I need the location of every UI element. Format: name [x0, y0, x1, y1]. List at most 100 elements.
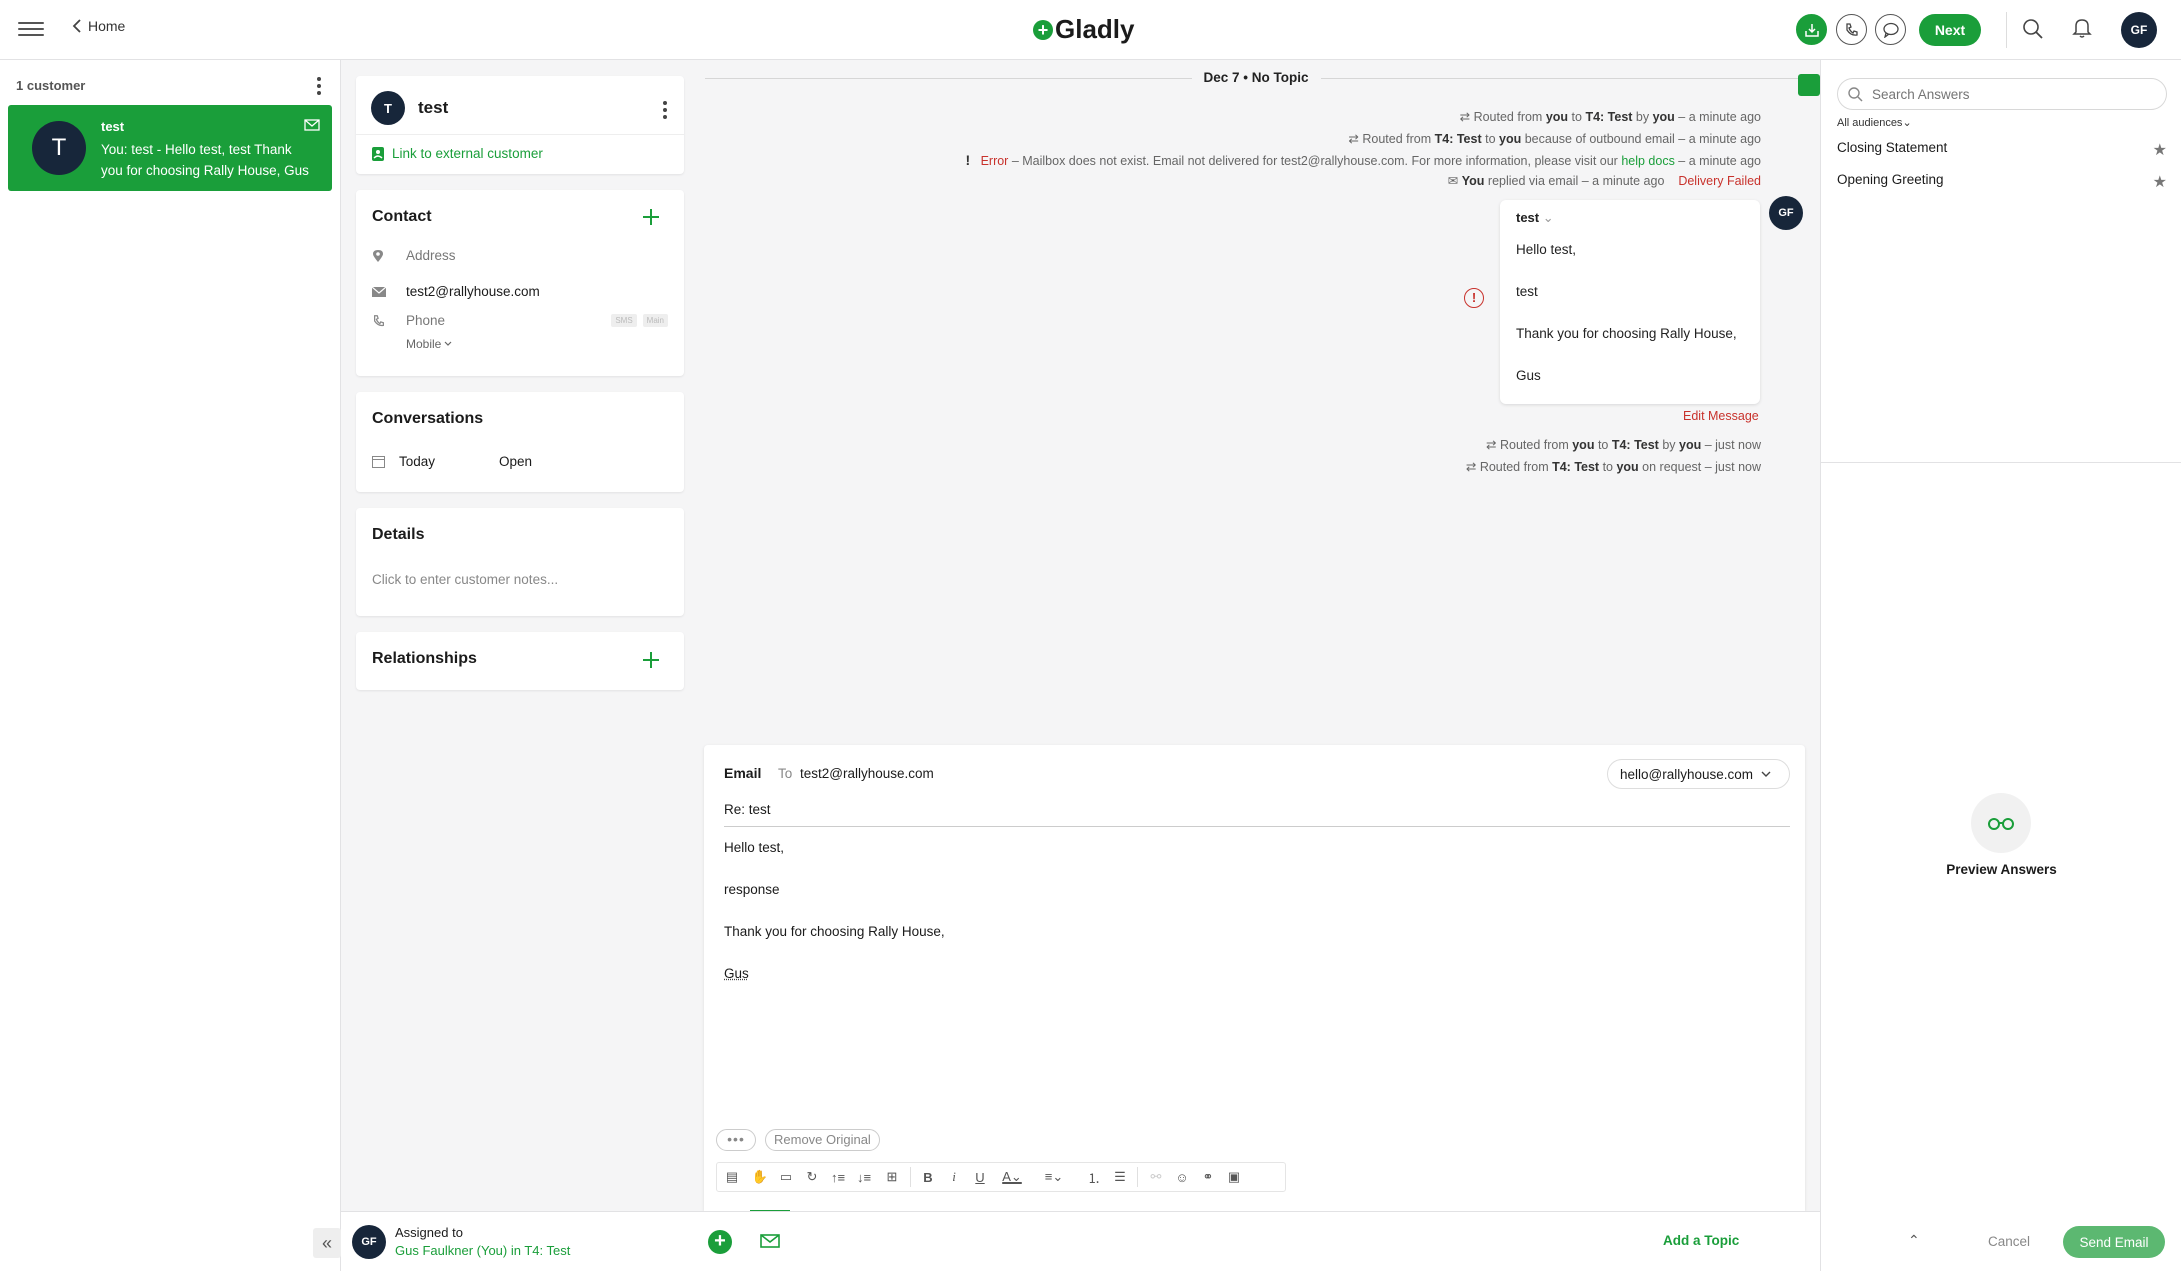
- briefcase-icon[interactable]: ▭: [775, 1166, 797, 1188]
- audience-select[interactable]: All audiences⌄: [1837, 116, 1912, 129]
- search-icon[interactable]: [2022, 18, 2044, 40]
- bell-icon[interactable]: [2072, 17, 2092, 39]
- date-header-text: Dec 7 • No Topic: [1192, 70, 1321, 85]
- to-label: To: [778, 766, 792, 781]
- add-contact-icon[interactable]: [642, 208, 660, 226]
- message-bubble[interactable]: test ⌄ Hello test, test Thank you for ch…: [1500, 200, 1760, 404]
- add-topic-button[interactable]: Add a Topic: [1663, 1233, 1739, 1248]
- message-line: Gus: [1516, 368, 1541, 383]
- conversations-title: Conversations: [372, 410, 483, 428]
- user-avatar[interactable]: GF: [2121, 12, 2157, 48]
- customer-count: 1 customer: [16, 78, 85, 93]
- divider: [724, 826, 1790, 827]
- conversation-row[interactable]: Today Open: [372, 454, 532, 469]
- address-row[interactable]: Address: [372, 248, 456, 263]
- hand-icon[interactable]: ✋: [749, 1166, 771, 1188]
- message-sender[interactable]: test ⌄: [1516, 210, 1554, 226]
- image-icon[interactable]: ▣: [1223, 1166, 1245, 1188]
- collapse-sidebar-button[interactable]: «: [313, 1228, 341, 1258]
- snippet-icon[interactable]: ⊞: [881, 1166, 903, 1188]
- routing-event: ⇄ Routed from T4: Test to you on request…: [1466, 459, 1761, 474]
- customer-profile-panel: T test Link to external customer Contact…: [341, 60, 693, 1210]
- customer-name: test: [101, 119, 124, 134]
- main-tag[interactable]: Main: [643, 314, 668, 327]
- bold-icon[interactable]: B: [917, 1166, 939, 1188]
- subject-field[interactable]: Re: test: [724, 802, 771, 817]
- italic-icon[interactable]: i: [943, 1166, 965, 1188]
- chat-status-button[interactable]: [1875, 14, 1906, 45]
- conversation-status: Open: [499, 454, 532, 469]
- glasses-icon: [1971, 793, 2031, 853]
- help-docs-link[interactable]: help docs: [1621, 154, 1675, 168]
- underline-icon[interactable]: U: [969, 1166, 991, 1188]
- star-icon[interactable]: ★: [2153, 140, 2167, 160]
- chevron-down-icon: [444, 341, 452, 347]
- home-link[interactable]: Home: [72, 18, 125, 34]
- show-quoted-button[interactable]: •••: [716, 1129, 756, 1151]
- add-relationship-icon[interactable]: [642, 651, 660, 669]
- numbered-list-icon[interactable]: ⒈: [1083, 1166, 1105, 1188]
- unlink-icon[interactable]: ⚯: [1145, 1166, 1167, 1188]
- send-email-button[interactable]: Send Email: [2063, 1226, 2165, 1258]
- conversation-footer: GF Assigned to Gus Faulkner (You) in T4:…: [341, 1211, 1820, 1271]
- sms-tag[interactable]: SMS: [611, 314, 636, 327]
- conversations-card: Conversations Today Open: [356, 392, 684, 492]
- emoji-icon[interactable]: ☺: [1171, 1166, 1193, 1188]
- message-line: Hello test,: [1516, 242, 1576, 257]
- error-icon[interactable]: !: [1464, 288, 1484, 308]
- profile-options-icon[interactable]: [662, 101, 668, 119]
- assigned-label: Assigned to: [395, 1225, 463, 1240]
- customer-list-item[interactable]: T test You: test - Hello test, test Than…: [8, 105, 332, 191]
- next-button[interactable]: Next: [1919, 14, 1981, 46]
- email-composer: Email To test2@rallyhouse.com hello@rall…: [704, 745, 1805, 1211]
- answer-item[interactable]: Closing Statement ★: [1837, 140, 2167, 160]
- more-options-icon[interactable]: [316, 77, 322, 95]
- assignee-link[interactable]: Gus Faulkner (You) in T4: Test: [395, 1243, 570, 1258]
- edit-message-link[interactable]: Edit Message: [1683, 409, 1759, 423]
- inbox-status-button[interactable]: [1796, 14, 1827, 45]
- answer-label: Closing Statement: [1837, 140, 1947, 160]
- relationships-card: Relationships: [356, 632, 684, 690]
- calendar-icon: [372, 455, 385, 468]
- remove-original-button[interactable]: Remove Original: [765, 1129, 880, 1151]
- increase-size-icon[interactable]: ↑≡: [827, 1166, 849, 1188]
- profile-name[interactable]: test: [418, 98, 448, 118]
- body-line: response: [724, 882, 780, 897]
- phone-status-button[interactable]: [1836, 14, 1867, 45]
- answer-item[interactable]: Opening Greeting ★: [1837, 172, 2167, 192]
- align-icon[interactable]: ≡⌄: [1039, 1166, 1069, 1188]
- link-external-customer[interactable]: Link to external customer: [372, 146, 543, 161]
- phone-type-value: Mobile: [406, 337, 441, 351]
- search-answers-input[interactable]: [1837, 78, 2167, 110]
- email-body-editor[interactable]: Hello test, response Thank you for choos…: [724, 840, 1784, 1100]
- from-address-select[interactable]: hello@rallyhouse.com: [1607, 759, 1790, 789]
- link-icon[interactable]: ⚭: [1197, 1166, 1219, 1188]
- add-channel-icon[interactable]: +: [708, 1230, 732, 1254]
- customer-notes-field[interactable]: Click to enter customer notes...: [372, 572, 558, 587]
- details-title: Details: [372, 526, 424, 544]
- phone-type-select[interactable]: Mobile: [406, 337, 452, 351]
- channel-label: Email: [724, 765, 761, 781]
- agent-avatar: GF: [1769, 196, 1803, 230]
- star-icon[interactable]: ★: [2153, 172, 2167, 192]
- text-color-icon[interactable]: A⌄: [997, 1166, 1027, 1188]
- cancel-button[interactable]: Cancel: [1988, 1234, 2030, 1249]
- bulleted-list-icon[interactable]: ☰: [1109, 1166, 1131, 1188]
- customer-list-panel: 1 customer T test You: test - Hello test…: [0, 60, 341, 1271]
- phone-icon: [1844, 22, 1860, 38]
- body-line: Thank you for choosing Rally House,: [724, 924, 945, 939]
- phone-icon: [372, 314, 386, 328]
- notes-toggle-icon[interactable]: [1798, 74, 1820, 96]
- chevron-up-icon[interactable]: ⌃: [1908, 1232, 1920, 1249]
- menu-icon[interactable]: [18, 18, 44, 42]
- templates-icon[interactable]: ▤: [721, 1166, 743, 1188]
- email-channel-icon[interactable]: [760, 1234, 780, 1248]
- email-row[interactable]: test2@rallyhouse.com: [372, 284, 540, 299]
- phone-row[interactable]: Phone SMS Main: [372, 313, 668, 328]
- refresh-icon[interactable]: ↻: [801, 1166, 823, 1188]
- to-recipient[interactable]: test2@rallyhouse.com: [800, 766, 934, 781]
- envelope-icon: [304, 119, 320, 131]
- routing-event: ⇄ Routed from you to T4: Test by you – a…: [1460, 109, 1761, 124]
- decrease-size-icon[interactable]: ↓≡: [853, 1166, 875, 1188]
- top-bar: Home + Gladly Next GF: [0, 0, 2181, 60]
